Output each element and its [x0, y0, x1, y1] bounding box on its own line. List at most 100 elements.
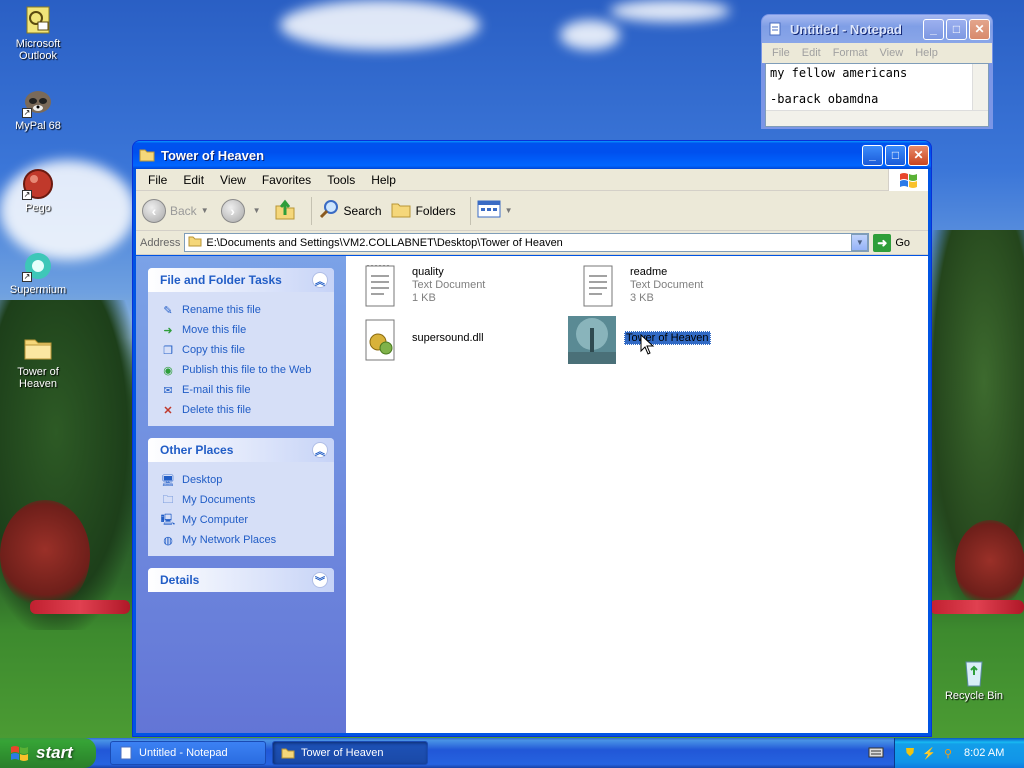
address-label: Address — [140, 236, 181, 249]
place-desktop[interactable]: 🖥 Desktop — [160, 470, 324, 490]
notepad-titlebar[interactable]: Untitled - Notepad _ □ ✕ — [762, 15, 992, 43]
task-move[interactable]: ➜ Move this file — [160, 320, 324, 340]
task-publish[interactable]: ◉ Publish this file to the Web — [160, 360, 324, 380]
supermium-icon: ↗ — [22, 250, 54, 282]
task-delete[interactable]: ✕ Delete this file — [160, 400, 324, 420]
up-folder-icon — [273, 197, 297, 224]
file-size: 3 KB — [630, 292, 654, 304]
mypal-raccoon-icon: ↗ — [22, 86, 54, 118]
notepad-window[interactable]: Untitled - Notepad _ □ ✕ File Edit Forma… — [761, 14, 993, 129]
place-my-documents[interactable]: 🗀 My Documents — [160, 490, 324, 510]
window-title: Untitled - Notepad — [790, 21, 902, 37]
panel-header[interactable]: Other Places ︽ — [148, 438, 334, 462]
security-shield-icon[interactable]: ⛊ — [903, 746, 917, 760]
toolbar: ‹ Back ▼ › ▼ Search Folders ▼ — [136, 191, 928, 231]
file-item-supersound[interactable]: supersound.dll — [356, 316, 484, 364]
folders-button[interactable]: Folders — [390, 198, 456, 223]
text-line: my fellow americans — [770, 66, 908, 80]
explorer-window[interactable]: Tower of Heaven _ □ ✕ File Edit View Fav… — [132, 140, 932, 737]
keyboard-icon[interactable] — [868, 746, 884, 758]
views-button[interactable]: ▼ — [477, 199, 517, 222]
taskbar-button-notepad[interactable]: Untitled - Notepad — [110, 741, 266, 765]
expand-chevron-icon[interactable]: ︾ — [312, 572, 328, 588]
task-label: Move this file — [182, 324, 247, 336]
panel-header[interactable]: File and Folder Tasks ︽ — [148, 268, 334, 292]
toolbar-separator — [310, 196, 312, 225]
close-button[interactable]: ✕ — [908, 144, 929, 166]
menu-edit[interactable]: Edit — [175, 173, 212, 187]
maximize-button[interactable]: □ — [946, 18, 967, 40]
desktop-icon-label: MyPal 68 — [15, 120, 61, 132]
back-button[interactable]: ‹ Back ▼ — [142, 198, 213, 223]
panel-header[interactable]: Details ︾ — [148, 568, 334, 592]
text-line — [770, 80, 984, 92]
maximize-button[interactable]: □ — [885, 144, 906, 166]
task-rename[interactable]: ✎ Rename this file — [160, 300, 324, 320]
collapse-chevron-icon[interactable]: ︽ — [312, 442, 328, 458]
menu-view[interactable]: View — [874, 47, 910, 59]
address-dropdown-button[interactable]: ▼ — [851, 234, 869, 251]
dropdown-arrow-icon: ▼ — [252, 206, 261, 215]
close-button[interactable]: ✕ — [969, 18, 990, 40]
network-icon[interactable]: ⚡ — [922, 746, 936, 760]
file-list[interactable]: quality Text Document 1 KB readme Text D… — [346, 256, 928, 733]
cloud — [560, 20, 620, 50]
views-icon — [477, 199, 501, 222]
menu-file[interactable]: File — [766, 47, 796, 59]
cloud — [280, 0, 480, 50]
file-item-readme[interactable]: readme Text Document 3 KB — [574, 262, 703, 310]
minimize-button[interactable]: _ — [862, 144, 883, 166]
desktop-icon-tower-folder[interactable]: Tower of Heaven — [0, 332, 76, 390]
outlook-icon — [22, 4, 54, 36]
details-panel: Details ︾ — [148, 568, 334, 592]
start-button[interactable]: start — [0, 738, 96, 768]
desktop-icon-recycle-bin[interactable]: Recycle Bin — [936, 656, 1012, 702]
clock[interactable]: 8:02 AM — [964, 747, 1004, 759]
task-label: Rename this file — [182, 304, 261, 316]
taskbar-button-label: Untitled - Notepad — [139, 747, 228, 759]
file-name-selected[interactable]: Tower of Heaven — [624, 331, 711, 345]
explorer-titlebar[interactable]: Tower of Heaven _ □ ✕ — [133, 141, 931, 169]
up-folder-button[interactable] — [273, 197, 297, 224]
collapse-chevron-icon[interactable]: ︽ — [312, 272, 328, 288]
windows-logo-icon — [888, 168, 928, 191]
menu-favorites[interactable]: Favorites — [254, 173, 319, 187]
task-email[interactable]: ✉ E-mail this file — [160, 380, 324, 400]
minimize-button[interactable]: _ — [923, 18, 944, 40]
desktop-icon-supermium[interactable]: ↗ Supermium — [0, 250, 76, 296]
menu-view[interactable]: View — [212, 173, 254, 187]
desktop-icon-label: Microsoft Outlook — [15, 38, 61, 62]
dropdown-arrow-icon: ▼ — [200, 206, 209, 215]
window-title: Tower of Heaven — [161, 147, 265, 163]
task-label: Copy this file — [182, 344, 245, 356]
forward-button[interactable]: › ▼ — [220, 198, 265, 223]
recycle-bin-icon — [958, 656, 990, 688]
search-button[interactable]: Search — [318, 198, 382, 223]
menu-edit[interactable]: Edit — [796, 47, 827, 59]
file-item-quality[interactable]: quality Text Document 1 KB — [356, 262, 485, 310]
tree-scenery — [955, 520, 1024, 610]
taskbar-button-explorer[interactable]: Tower of Heaven — [272, 741, 428, 765]
text-document-icon — [356, 262, 404, 310]
menu-tools[interactable]: Tools — [319, 173, 363, 187]
place-my-computer[interactable]: 🖳 My Computer — [160, 510, 324, 530]
notepad-text-area[interactable]: my fellow americans -barack obamdna — [765, 63, 989, 127]
go-arrow-icon: ➜ — [873, 233, 892, 252]
task-copy[interactable]: ❐ Copy this file — [160, 340, 324, 360]
search-icon[interactable]: ⚲ — [941, 746, 955, 760]
desktop-icon-label: Pego — [25, 202, 51, 214]
desktop-icon-mypal[interactable]: ↗ MyPal 68 — [0, 86, 76, 132]
horizontal-scrollbar[interactable] — [766, 110, 988, 126]
menu-help[interactable]: Help — [909, 47, 944, 59]
network-icon: ◍ — [163, 534, 173, 547]
go-button[interactable]: ➜ Go — [873, 233, 910, 252]
vertical-scrollbar[interactable] — [972, 64, 988, 110]
explorer-content: File and Folder Tasks ︽ ✎ Rename this fil… — [136, 256, 928, 733]
place-my-network[interactable]: ◍ My Network Places — [160, 530, 324, 550]
desktop-icon-outlook[interactable]: Microsoft Outlook — [0, 4, 76, 62]
menu-file[interactable]: File — [140, 173, 175, 187]
menu-format[interactable]: Format — [827, 47, 874, 59]
address-input[interactable]: E:\Documents and Settings\VM2.COLLABNET\… — [184, 233, 870, 252]
menu-help[interactable]: Help — [363, 173, 404, 187]
desktop-icon-pego[interactable]: ↗ Pego — [0, 168, 76, 214]
